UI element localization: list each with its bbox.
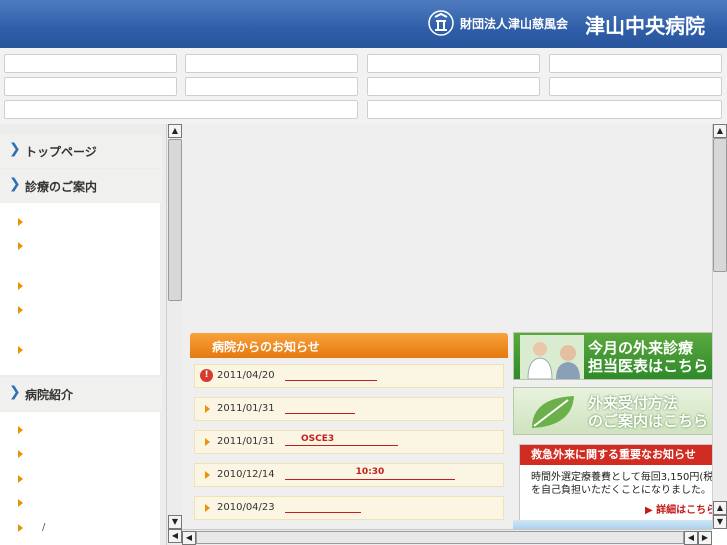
scroll-up-icon[interactable]: ▲	[168, 124, 182, 138]
scroll-left-icon[interactable]: ◀	[182, 531, 196, 545]
nav-button[interactable]	[549, 77, 722, 96]
emergency-body: 時間外選定療養費として毎回3,150円(税込 を自己負担いただくことになりました…	[531, 472, 712, 496]
scroll-up-icon[interactable]: ▲	[713, 501, 727, 515]
hospital-logo-icon	[428, 10, 454, 36]
main-horizontal-scrollbar[interactable]: ◀ ◀ ▶	[182, 529, 712, 545]
banner-partial[interactable]	[513, 520, 712, 529]
doctor-schedule-text: 今月の外来診療 担当医表はこちら	[588, 339, 709, 375]
scroll-down-icon[interactable]: ▼	[168, 515, 182, 529]
site-header: 財団法人津山慈風会 津山中央病院	[0, 0, 727, 48]
scroll-left-icon[interactable]: ◀	[168, 529, 182, 543]
news-date: 2011/04/20	[217, 370, 275, 381]
bullet-arrow-icon[interactable]	[18, 499, 23, 507]
news-item: 2010/12/14 10:30	[194, 463, 504, 487]
main-frame-scrollbar[interactable]: ▲ ▲ ▼	[712, 124, 727, 529]
left-frame-scrollbar[interactable]: ▲ ▼ ◀	[166, 124, 182, 545]
bullet-arrow-icon[interactable]	[18, 524, 23, 532]
scroll-thumb[interactable]	[196, 531, 684, 544]
org-name: 財団法人津山慈風会	[460, 17, 569, 31]
reception-text: 外来受付方法 のご案内はこちら	[588, 394, 709, 430]
news-link[interactable]	[285, 368, 377, 381]
guide-submenu	[0, 203, 160, 375]
scroll-right-icon[interactable]: ▶	[698, 531, 712, 545]
news-link[interactable]	[285, 500, 361, 513]
nav-button[interactable]	[367, 77, 540, 96]
bullet-arrow-icon[interactable]	[18, 450, 23, 458]
bullet-arrow-icon	[205, 405, 210, 413]
nav-button[interactable]	[185, 77, 358, 96]
emergency-title: 救急外来に関する重要なお知らせ	[520, 445, 712, 465]
nav-button[interactable]	[367, 54, 540, 73]
nav-section-label: 診療のご案内	[25, 180, 98, 194]
news-date: 2010/12/14	[217, 469, 275, 480]
news-date: 2011/01/31	[217, 403, 275, 414]
hospital-name[interactable]: 津山中央病院	[585, 10, 705, 39]
doctor-schedule-banner[interactable]: 今月の外来診療 担当医表はこちら	[513, 332, 712, 380]
alert-icon: !	[200, 369, 213, 382]
chevron-right-icon: ❯	[9, 384, 21, 400]
nav-button[interactable]	[549, 54, 722, 73]
nav-section-label: 病院紹介	[25, 388, 74, 402]
bullet-arrow-icon	[205, 471, 210, 479]
nav-button[interactable]	[185, 54, 358, 73]
bullet-arrow-icon[interactable]	[18, 306, 23, 314]
about-submenu: /	[0, 412, 160, 545]
leaf-icon	[532, 396, 574, 428]
bullet-arrow-icon[interactable]	[18, 282, 23, 290]
news-title: 病院からのお知らせ	[212, 340, 320, 354]
news-item: ! 2011/04/20	[194, 364, 504, 388]
scroll-up-icon[interactable]: ▲	[713, 124, 727, 138]
nav-button[interactable]	[4, 54, 177, 73]
bullet-arrow-icon[interactable]	[18, 242, 23, 250]
bullet-arrow-icon	[205, 438, 210, 446]
scroll-left-icon[interactable]: ◀	[684, 531, 698, 545]
bullet-arrow-icon[interactable]	[18, 426, 23, 434]
chevron-right-icon: ❯	[9, 176, 21, 192]
news-link[interactable]	[285, 401, 355, 414]
news-item: 2010/04/23	[194, 496, 504, 520]
main-content-frame: 病院からのお知らせ ! 2011/04/20 2011/01/31 2011/0…	[182, 124, 712, 529]
news-item: 2011/01/31 OSCE3	[194, 430, 504, 454]
news-link[interactable]: OSCE3	[285, 434, 398, 446]
news-link[interactable]: 10:30	[285, 467, 455, 480]
emergency-details-link[interactable]: ▶ 詳細はこちら	[645, 501, 712, 516]
bullet-arrow-icon[interactable]	[18, 218, 23, 226]
nav-button[interactable]	[4, 100, 358, 119]
reception-banner[interactable]: 外来受付方法 のご案内はこちら	[513, 387, 712, 435]
global-nav	[0, 48, 727, 124]
nav-section-label: トップページ	[25, 145, 97, 159]
scroll-thumb[interactable]	[713, 138, 727, 272]
nav-button[interactable]	[4, 77, 177, 96]
news-date: 2010/04/23	[217, 502, 275, 513]
submenu-separator: /	[42, 522, 46, 533]
nav-section-about[interactable]: ❯ 病院紹介	[0, 377, 162, 411]
bullet-arrow-icon[interactable]	[18, 346, 23, 354]
scroll-down-icon[interactable]: ▼	[713, 515, 727, 529]
emergency-notice: 救急外来に関する重要なお知らせ 時間外選定療養費として毎回3,150円(税込 を…	[519, 444, 712, 522]
news-item: 2011/01/31	[194, 397, 504, 421]
bullet-arrow-icon[interactable]	[18, 475, 23, 483]
nav-section-guide[interactable]: ❯ 診療のご案内	[0, 169, 162, 203]
chevron-right-icon: ❯	[9, 141, 21, 157]
bullet-arrow-icon	[205, 504, 210, 512]
nav-section-top[interactable]: ❯ トップページ	[0, 134, 162, 168]
nav-button[interactable]	[367, 100, 722, 119]
doctor-photo-icon	[520, 335, 584, 379]
scroll-thumb[interactable]	[168, 139, 182, 301]
news-date: 2011/01/31	[217, 436, 275, 447]
left-nav-frame: ❯ トップページ ❯ 診療のご案内 ❯ 病院紹介 /	[0, 124, 166, 545]
news-header: 病院からのお知らせ	[190, 333, 508, 358]
